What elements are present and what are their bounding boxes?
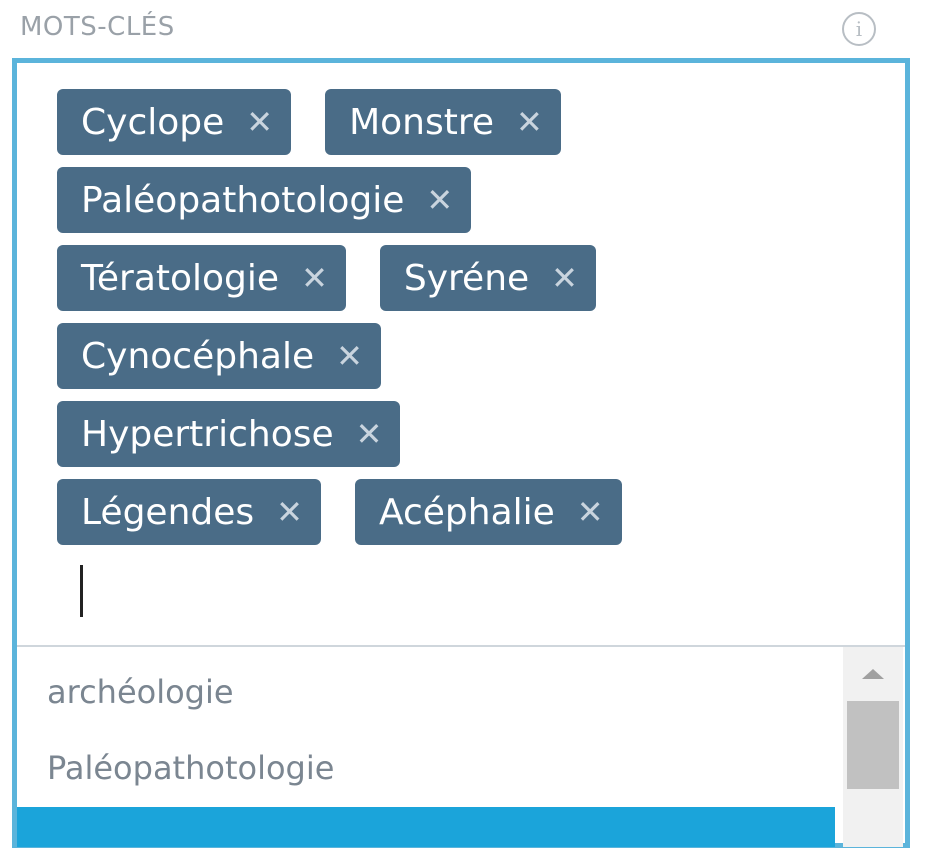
- text-caret[interactable]: [80, 565, 83, 617]
- remove-tag-icon[interactable]: ✕: [246, 103, 273, 141]
- field-label: MOTS-CLÉS: [20, 12, 175, 42]
- tag-chip: Paléopathotologie ✕: [57, 167, 472, 233]
- keywords-field[interactable]: Cyclope ✕ Monstre ✕ Paléopathotologie ✕ Tér…: [12, 58, 910, 848]
- tag-chip: Cyclope ✕: [57, 89, 292, 155]
- tag-label: Paléopathotologie: [81, 179, 405, 221]
- scroll-up-arrow-icon[interactable]: [862, 669, 884, 679]
- suggestion-option[interactable]: archéologie: [47, 673, 234, 711]
- tag-list: Cyclope ✕ Monstre ✕ Paléopathotologie ✕ Tér…: [57, 89, 877, 557]
- suggestion-dropdown: archéologie Paléopathotologie: [17, 645, 905, 867]
- remove-tag-icon[interactable]: ✕: [577, 493, 604, 531]
- tag-chip: Légendes ✕: [57, 479, 321, 545]
- tag-label: Monstre: [349, 101, 495, 143]
- tag-chip: Syréne ✕: [379, 245, 596, 311]
- tag-row: Hypertrichose ✕: [57, 401, 877, 467]
- remove-tag-icon[interactable]: ✕: [516, 103, 543, 141]
- dropdown-scrollbar[interactable]: [843, 647, 903, 847]
- tag-row: Cynocéphale ✕: [57, 323, 877, 389]
- tag-row: Paléopathotologie ✕: [57, 167, 877, 233]
- remove-tag-icon[interactable]: ✕: [301, 259, 328, 297]
- tag-row: Cyclope ✕ Monstre ✕: [57, 89, 877, 155]
- tag-label: Cyclope: [81, 101, 225, 143]
- tag-chip: Tératologie ✕: [57, 245, 346, 311]
- tag-label: Hypertrichose: [81, 413, 334, 455]
- tag-chip: Monstre ✕: [325, 89, 561, 155]
- highlighted-option[interactable]: [17, 807, 835, 847]
- keywords-header: MOTS-CLÉS i: [0, 0, 943, 58]
- remove-tag-icon[interactable]: ✕: [336, 337, 363, 375]
- info-icon[interactable]: i: [842, 12, 876, 46]
- tag-row: Légendes ✕ Acéphalie ✕: [57, 479, 877, 545]
- scroll-thumb[interactable]: [847, 701, 899, 789]
- remove-tag-icon[interactable]: ✕: [276, 493, 303, 531]
- suggestion-option[interactable]: Paléopathotologie: [47, 749, 334, 787]
- tag-chip: Acéphalie ✕: [354, 479, 622, 545]
- tag-label: Tératologie: [81, 257, 280, 299]
- tag-chip: Cynocéphale ✕: [57, 323, 381, 389]
- tag-label: Légendes: [81, 491, 255, 533]
- remove-tag-icon[interactable]: ✕: [356, 415, 383, 453]
- tag-label: Acéphalie: [378, 491, 555, 533]
- tag-label: Cynocéphale: [81, 335, 315, 377]
- remove-tag-icon[interactable]: ✕: [551, 259, 578, 297]
- tag-label: Syréne: [403, 257, 530, 299]
- tag-row: Tératologie ✕ Syréne ✕: [57, 245, 877, 311]
- remove-tag-icon[interactable]: ✕: [426, 181, 453, 219]
- tag-chip: Hypertrichose ✕: [57, 401, 401, 467]
